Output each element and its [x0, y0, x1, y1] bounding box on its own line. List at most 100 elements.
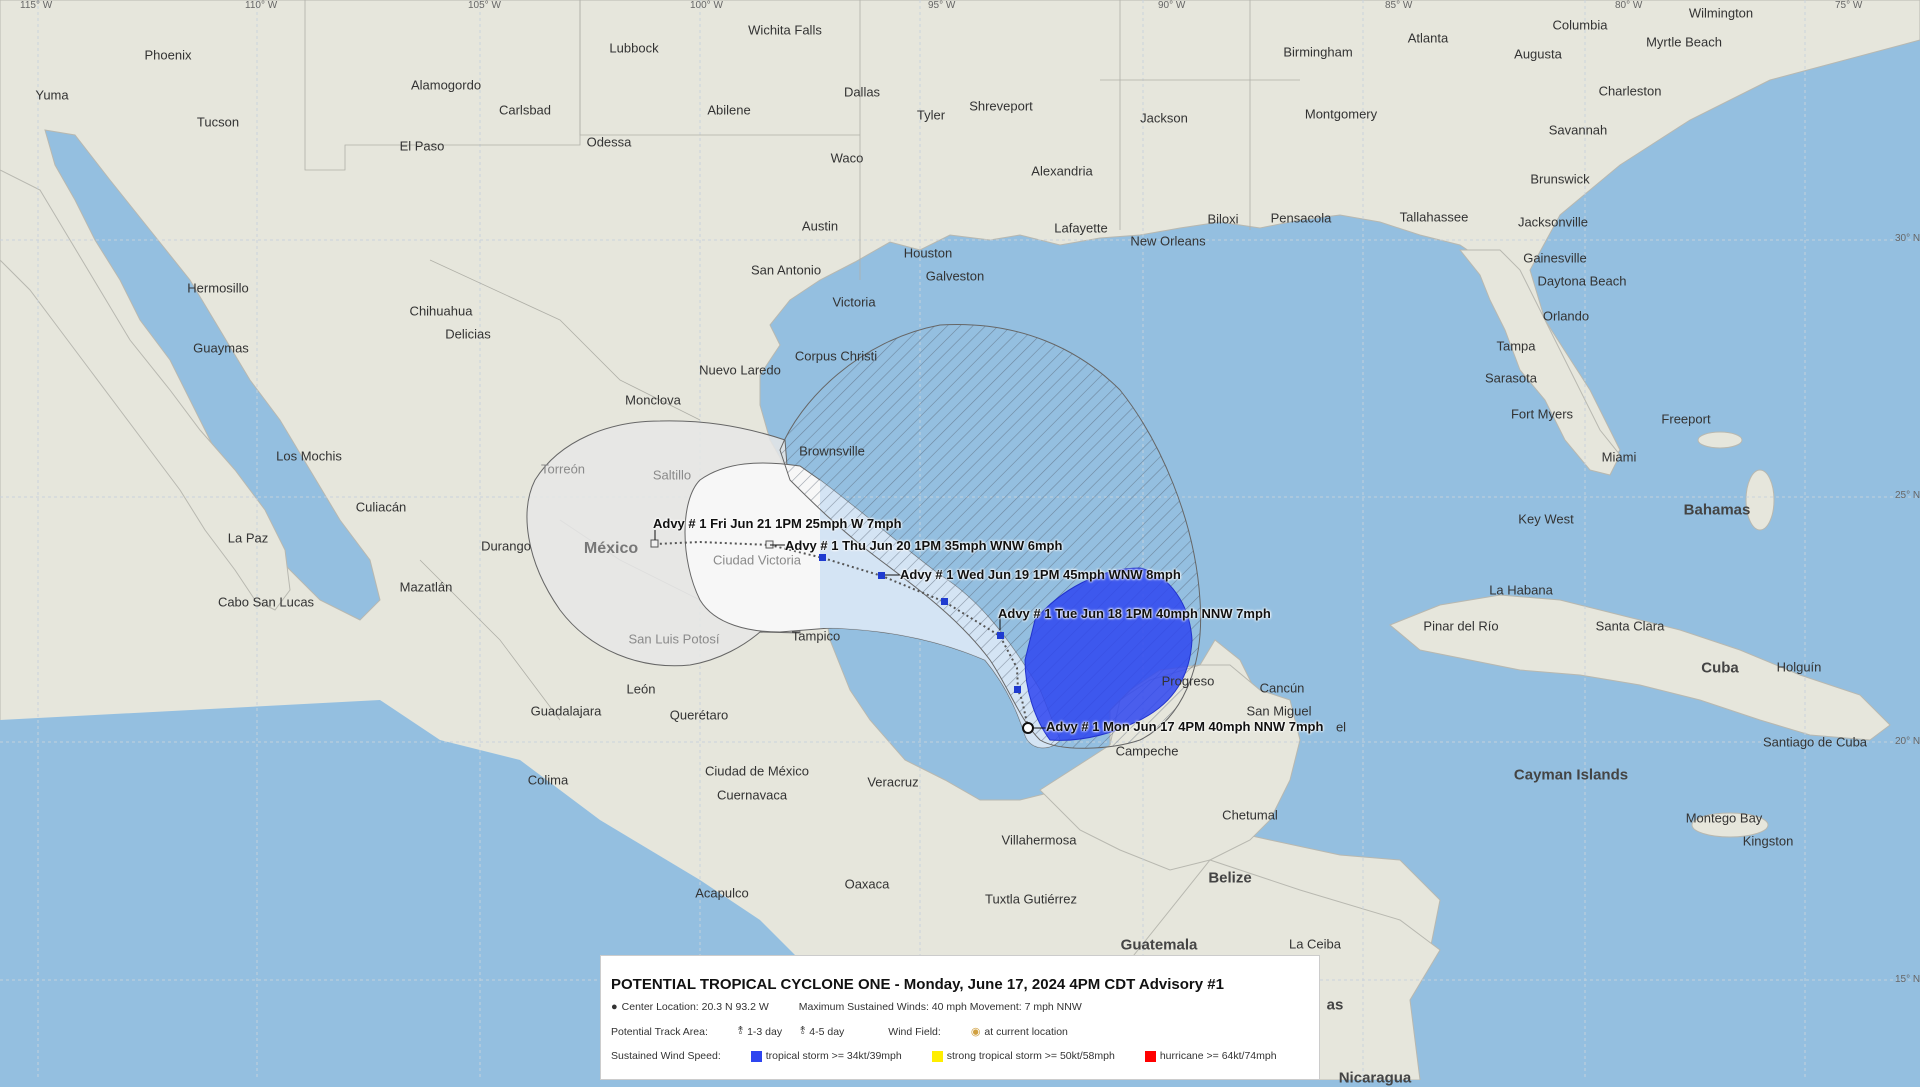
- city-myrtlebeach: Myrtle Beach: [1646, 34, 1722, 50]
- city-brunswick: Brunswick: [1530, 171, 1590, 187]
- city-wichitafalls: Wichita Falls: [748, 22, 822, 38]
- region-cuba: Cuba: [1701, 659, 1739, 677]
- city-orlando: Orlando: [1542, 308, 1590, 324]
- tick-80w: 80° W: [1615, 0, 1643, 11]
- strong-tropical-storm-swatch: [931, 1050, 943, 1062]
- city-montgomery: Montgomery: [1304, 106, 1378, 122]
- city-cuernavaca: Cuernavaca: [716, 787, 788, 803]
- legend-hu: hurricane >= 64kt/74mph: [1159, 1050, 1277, 1062]
- advisory-label-fri: Advy # 1 Fri Jun 21 1PM 25mph W 7mph: [653, 516, 902, 531]
- city-victoria: Victoria: [832, 294, 876, 310]
- city-abilene: Abilene: [707, 102, 751, 118]
- city-montegobay: Montego Bay: [1685, 810, 1763, 826]
- city-tuxtla: Tuxtla Gutiérrez: [985, 891, 1077, 907]
- city-merida-fragment: el: [1335, 719, 1347, 735]
- city-pensacola: Pensacola: [1270, 210, 1332, 226]
- city-veracruz: Veracruz: [867, 774, 919, 790]
- legend-ts: tropical storm >= 34kt/39mph: [765, 1050, 902, 1062]
- legend-wind-field-label: Wind Field:: [888, 1025, 941, 1038]
- region-belize: Belize: [1208, 869, 1252, 887]
- city-atlanta: Atlanta: [1407, 30, 1449, 46]
- city-cancun: Cancún: [1259, 680, 1305, 696]
- tick-100w: 100° W: [690, 0, 723, 11]
- legend-center-location: Center Location: 20.3 N 93.2 W: [621, 1001, 769, 1013]
- tick-15n: 15° N: [1895, 974, 1920, 985]
- region-bahamas: Bahamas: [1683, 501, 1751, 519]
- city-austin: Austin: [801, 218, 839, 234]
- region-guatemala: Guatemala: [1120, 936, 1198, 954]
- city-chihuahua: Chihuahua: [409, 303, 473, 319]
- city-sanantonio: San Antonio: [750, 262, 822, 278]
- city-ciudaddemexico: Ciudad de México: [704, 763, 810, 779]
- day45-cone-icon: ⥉: [800, 1025, 806, 1037]
- legend-day45: 4-5 day: [809, 1025, 845, 1038]
- city-galveston: Galveston: [925, 268, 985, 284]
- track-point-wed: [878, 572, 885, 579]
- tick-110w: 110° W: [245, 0, 278, 11]
- city-freeport: Freeport: [1661, 411, 1711, 427]
- region-mexico: México: [583, 540, 639, 557]
- city-biloxi: Biloxi: [1207, 211, 1239, 227]
- tick-105w: 105° W: [468, 0, 501, 11]
- city-neworleans: New Orleans: [1130, 233, 1206, 249]
- city-losmochis: Los Mochis: [276, 448, 342, 464]
- city-carlsbad: Carlsbad: [498, 102, 552, 118]
- center-marker-icon: ●: [611, 1001, 618, 1013]
- city-queretaro: Querétaro: [669, 707, 729, 723]
- city-dallas: Dallas: [843, 84, 881, 100]
- city-alexandria: Alexandria: [1031, 163, 1093, 179]
- city-santaclara: Santa Clara: [1595, 618, 1665, 634]
- legend-current-location: at current location: [984, 1025, 1068, 1038]
- tick-115w: 115° W: [20, 0, 53, 11]
- city-tampa: Tampa: [1496, 338, 1536, 354]
- bahamas-island-1: [1697, 431, 1743, 449]
- tropical-storm-swatch: [750, 1050, 762, 1062]
- city-sanmiguel: San Miguel: [1246, 703, 1312, 719]
- city-mazatlan: Mazatlán: [399, 579, 453, 595]
- city-villahermosa: Villahermosa: [1001, 832, 1077, 848]
- legend-sustained-label: Sustained Wind Speed:: [611, 1050, 721, 1062]
- legend-row-speed: Sustained Wind Speed: tropical storm >= …: [611, 1050, 1309, 1062]
- track-point-mon-night: [1014, 686, 1021, 693]
- city-charleston: Charleston: [1598, 83, 1662, 99]
- city-lafayette: Lafayette: [1054, 220, 1108, 236]
- tick-95w: 95° W: [928, 0, 956, 11]
- city-daytona: Daytona Beach: [1537, 273, 1627, 289]
- tick-20n: 20° N: [1895, 736, 1920, 747]
- track-point-fri: [650, 539, 659, 548]
- city-lapaz: La Paz: [227, 530, 269, 546]
- city-houston: Houston: [903, 245, 953, 261]
- legend-sts: strong tropical storm >= 50kt/58mph: [946, 1050, 1115, 1062]
- city-sanluispotosi: San Luis Potosí: [628, 631, 720, 647]
- city-pinardelrio: Pinar del Río: [1423, 618, 1499, 634]
- city-yuma: Yuma: [35, 87, 69, 103]
- city-leon: León: [626, 681, 656, 697]
- city-lahabana: La Habana: [1489, 582, 1553, 598]
- advisory-label-thu: Advy # 1 Thu Jun 20 1PM 35mph WNW 6mph: [785, 538, 1063, 553]
- city-corpuschristi: Corpus Christi: [794, 348, 878, 364]
- legend-row-track: Potential Track Area: ⥉ 1-3 day ⥉ 4-5 da…: [611, 1025, 1309, 1038]
- tick-25n: 25° N: [1895, 490, 1920, 501]
- city-monclova: Monclova: [625, 392, 681, 408]
- hurricane-swatch: [1144, 1050, 1156, 1062]
- legend-title: POTENTIAL TROPICAL CYCLONE ONE - Monday,…: [611, 976, 1224, 993]
- city-birmingham: Birmingham: [1283, 44, 1353, 60]
- city-tallahassee: Tallahassee: [1399, 209, 1469, 225]
- city-wilmington: Wilmington: [1688, 5, 1754, 21]
- tick-90w: 90° W: [1158, 0, 1186, 11]
- city-tucson: Tucson: [196, 114, 240, 130]
- city-holguin: Holguín: [1776, 659, 1822, 675]
- city-phoenix: Phoenix: [144, 47, 192, 63]
- tick-30n: 30° N: [1895, 233, 1920, 244]
- city-progreso: Progreso: [1161, 673, 1215, 689]
- legend-panel: POTENTIAL TROPICAL CYCLONE ONE - Monday,…: [600, 955, 1320, 1080]
- legend-track-area-label: Potential Track Area:: [611, 1025, 708, 1038]
- legend-max-winds: Maximum Sustained Winds: 40 mph Movement…: [798, 1001, 1082, 1013]
- region-cayman: Cayman Islands: [1513, 766, 1629, 784]
- city-saltillo: Saltillo: [652, 467, 692, 483]
- advisory-label-wed: Advy # 1 Wed Jun 19 1PM 45mph WNW 8mph: [900, 567, 1181, 582]
- city-odessa: Odessa: [586, 134, 632, 150]
- city-chetumal: Chetumal: [1222, 807, 1278, 823]
- region-honduras-fragment: as: [1326, 996, 1344, 1014]
- city-laceiba: La Ceiba: [1288, 936, 1342, 952]
